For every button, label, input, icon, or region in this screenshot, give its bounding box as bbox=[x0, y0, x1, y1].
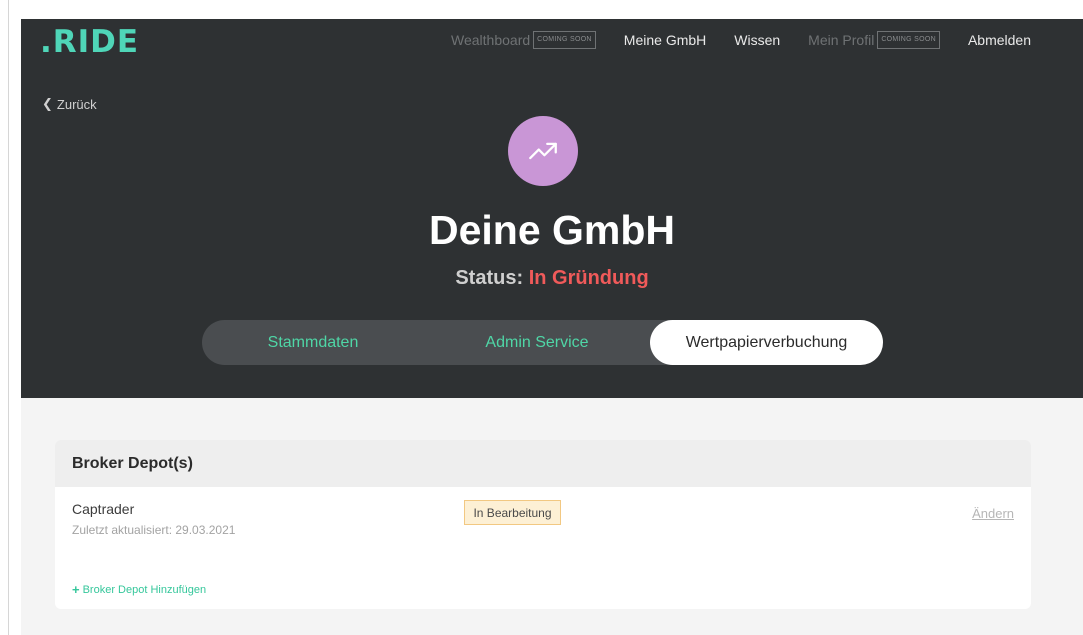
edit-broker-link[interactable]: Ändern bbox=[972, 506, 1014, 521]
back-link-label: Zurück bbox=[56, 96, 97, 112]
app-container: .RIDE Wealthboard COMING SOON Meine GmbH… bbox=[21, 19, 1083, 635]
nav-item-meine-gmbh[interactable]: Meine GmbH bbox=[624, 32, 706, 48]
back-link[interactable]: ❮ Zurück bbox=[42, 96, 97, 112]
top-navigation: Wealthboard COMING SOON Meine GmbH Wisse… bbox=[451, 31, 1031, 49]
nav-item-wissen[interactable]: Wissen bbox=[734, 32, 780, 48]
nav-item-wealthboard[interactable]: Wealthboard COMING SOON bbox=[451, 31, 596, 49]
status-badge: In Bearbeitung bbox=[464, 500, 561, 525]
plus-icon: + bbox=[72, 582, 80, 597]
trending-up-icon bbox=[529, 142, 557, 160]
page-title: Deine GmbH bbox=[428, 207, 676, 253]
chevron-left-icon: ❮ bbox=[42, 96, 53, 111]
nav-item-mein-profil[interactable]: Mein Profil COMING SOON bbox=[808, 31, 940, 49]
tab-wertpapierverbuchung[interactable]: Wertpapierverbuchung bbox=[650, 320, 883, 365]
tab-stammdaten[interactable]: Stammdaten bbox=[202, 320, 424, 365]
broker-name: Captrader bbox=[72, 501, 135, 517]
broker-last-updated: Zuletzt aktualisiert: 29.03.2021 bbox=[72, 523, 236, 537]
company-status: Status: In Gründung bbox=[21, 267, 1083, 290]
tab-admin-service[interactable]: Admin Service bbox=[424, 320, 650, 365]
add-broker-label: Broker Depot Hinzufügen bbox=[82, 583, 207, 596]
ride-logo[interactable]: .RIDE bbox=[40, 24, 139, 60]
nav-item-label: Wealthboard bbox=[451, 32, 531, 48]
coming-soon-badge: COMING SOON bbox=[533, 31, 596, 49]
card-title: Broker Depot(s) bbox=[55, 440, 1031, 487]
broker-depot-card: Broker Depot(s) Captrader Zuletzt aktual… bbox=[55, 440, 1031, 609]
company-header: .RIDE Wealthboard COMING SOON Meine GmbH… bbox=[21, 19, 1083, 398]
coming-soon-badge: COMING SOON bbox=[877, 31, 940, 49]
add-broker-depot-link[interactable]: + Broker Depot Hinzufügen bbox=[72, 582, 206, 597]
nav-item-label: Mein Profil bbox=[808, 32, 875, 48]
status-label: Status: bbox=[455, 267, 524, 289]
nav-item-abmelden[interactable]: Abmelden bbox=[968, 32, 1031, 48]
company-avatar bbox=[508, 116, 578, 186]
page-edge-line bbox=[8, 0, 9, 635]
section-tabs: Stammdaten Admin Service Wertpapierverbu… bbox=[202, 320, 883, 365]
status-value: In Gründung bbox=[528, 267, 649, 289]
